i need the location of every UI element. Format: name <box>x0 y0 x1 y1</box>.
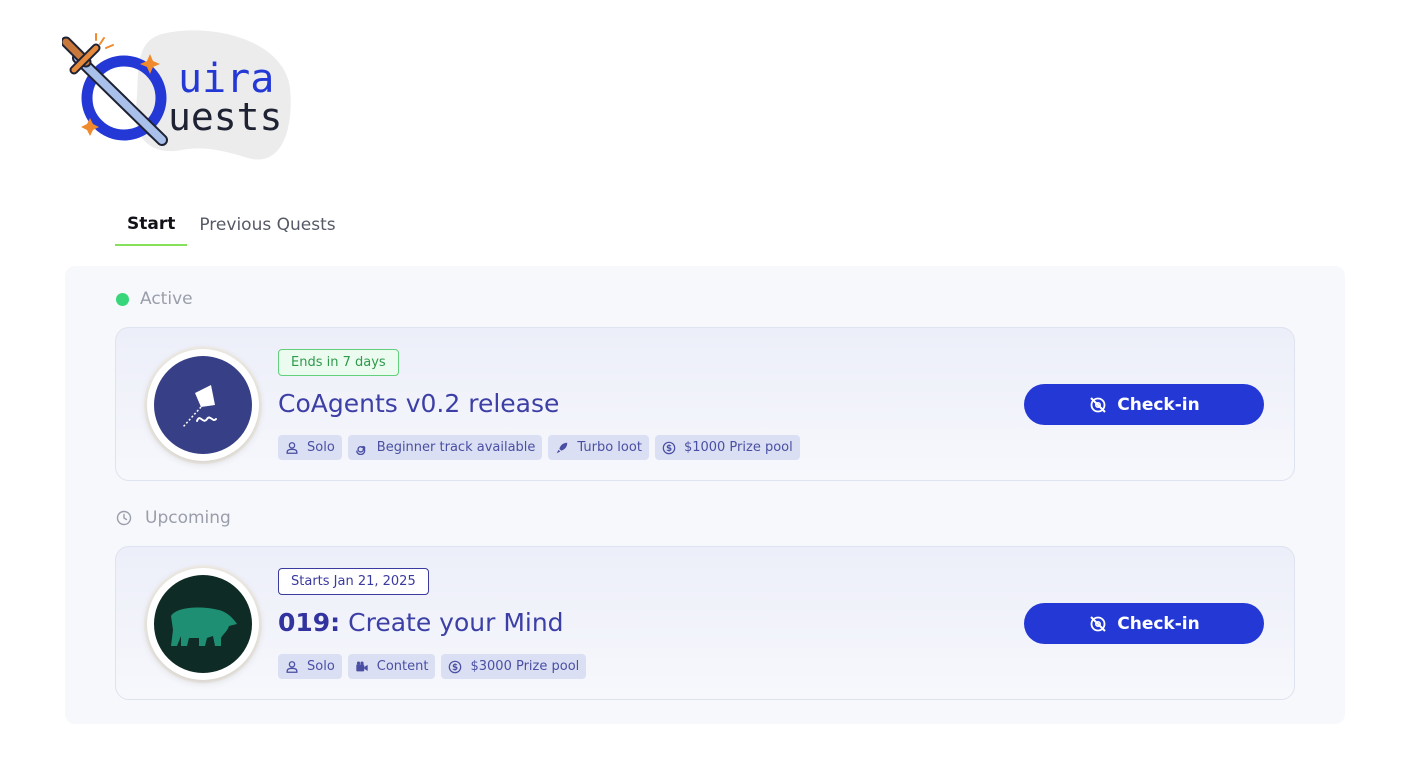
check-in-button[interactable]: Check-in <box>1024 603 1264 644</box>
eye-off-icon <box>1090 396 1106 413</box>
tag-content: Content <box>347 654 436 679</box>
upcoming-section-label: Upcoming <box>145 508 231 528</box>
quest-title[interactable]: 019: Create your Mind <box>278 608 564 637</box>
tag-label: $1000 Prize pool <box>683 440 793 455</box>
quest-title-text: Create your Mind <box>348 608 564 637</box>
starts-badge: Starts Jan 21, 2025 <box>278 568 429 595</box>
dollar-icon: $ <box>449 660 462 673</box>
rocket-icon <box>557 442 568 453</box>
quira-quests-logo[interactable]: uira uests <box>60 28 294 164</box>
tag-label: Content <box>376 659 429 674</box>
active-section-header: Active <box>116 289 193 309</box>
tag-beginner-track: Beginner track available <box>347 435 543 460</box>
tag-label: $3000 Prize pool <box>470 659 580 674</box>
tag-solo: Solo <box>278 654 342 679</box>
tag-label: Solo <box>307 440 335 455</box>
kite-icon <box>154 356 252 454</box>
tag-prize-pool: $ $3000 Prize pool <box>441 654 587 679</box>
svg-text:uests: uests <box>168 95 282 139</box>
quest-avatar <box>147 568 259 680</box>
tag-label: Solo <box>307 659 335 674</box>
check-in-label: Check-in <box>1117 613 1200 634</box>
active-status-dot <box>116 292 129 306</box>
svg-text:$: $ <box>666 444 672 454</box>
active-section-label: Active <box>140 289 193 309</box>
check-in-button[interactable]: Check-in <box>1024 384 1264 425</box>
spiral-icon <box>355 445 366 455</box>
tab-bar: Start Previous Quests <box>115 203 348 246</box>
eye-off-icon <box>1090 615 1106 632</box>
dollar-icon: $ <box>662 441 676 454</box>
tab-start[interactable]: Start <box>115 203 188 246</box>
timer-icon <box>116 510 132 526</box>
quest-card-create-your-mind[interactable]: Starts Jan 21, 2025 019: Create your Min… <box>115 546 1295 700</box>
quest-avatar <box>147 349 259 461</box>
quest-card-coagents[interactable]: Ends in 7 days CoAgents v0.2 release Sol… <box>115 327 1295 481</box>
check-in-label: Check-in <box>1117 394 1200 415</box>
tag-label: Turbo loot <box>577 440 642 455</box>
tag-solo: Solo <box>278 435 342 460</box>
svg-text:$: $ <box>452 663 458 673</box>
upcoming-section-header: Upcoming <box>116 508 231 528</box>
quest-number: 019: <box>278 608 341 637</box>
bear-icon <box>154 575 252 673</box>
video-icon <box>356 660 368 671</box>
quest-title[interactable]: CoAgents v0.2 release <box>278 389 559 418</box>
user-icon <box>286 441 298 454</box>
quest-title-text: CoAgents v0.2 release <box>278 389 560 418</box>
user-icon <box>286 660 298 673</box>
quest-tags: Solo Content $ $3000 Prize pool <box>278 654 587 679</box>
tag-prize-pool: $ $1000 Prize pool <box>654 435 800 460</box>
ends-badge: Ends in 7 days <box>278 349 399 376</box>
tag-turbo-loot: Turbo loot <box>548 435 649 460</box>
quest-tags: Solo Beginner track available Turbo loot… <box>278 435 800 460</box>
tag-label: Beginner track available <box>376 440 536 455</box>
tab-previous-quests[interactable]: Previous Quests <box>187 203 347 246</box>
